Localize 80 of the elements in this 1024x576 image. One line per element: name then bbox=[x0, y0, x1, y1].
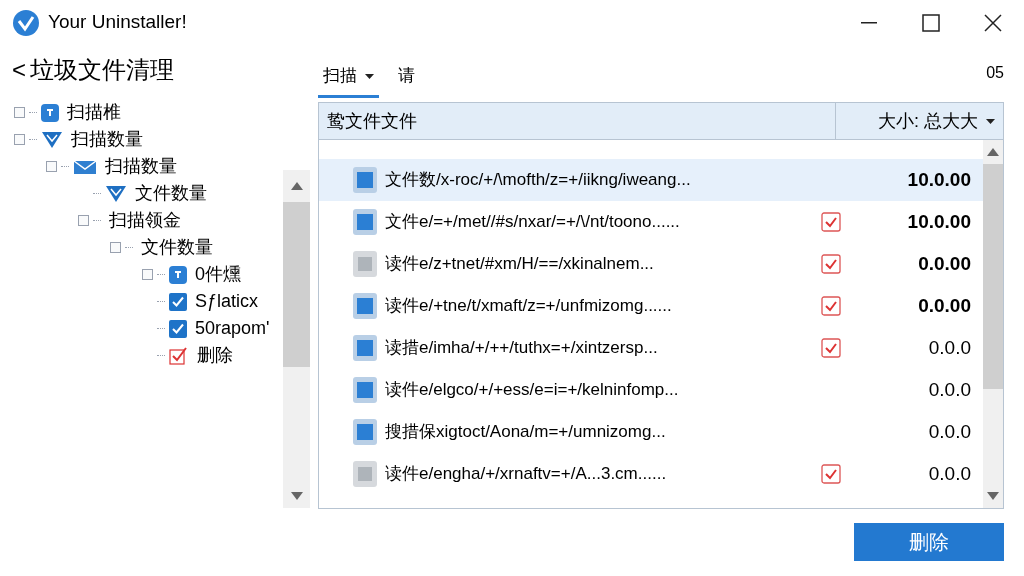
file-row[interactable]: 文件数/x-roc/+/\mofth/z=+/iikng/iweang... 10.0.00 bbox=[319, 159, 983, 201]
file-size: 0.0.00 bbox=[917, 251, 971, 276]
file-size: 0.0.0 bbox=[927, 335, 971, 360]
delete-button[interactable]: 删除 bbox=[854, 523, 1004, 561]
folder-icon bbox=[353, 377, 377, 403]
check-icon bbox=[169, 346, 189, 365]
file-size: 0.0.0 bbox=[927, 419, 971, 444]
file-row[interactable]: 搜措保xigtoct/Aona/m=+/umnizomg... 0.0.0 bbox=[319, 411, 983, 453]
scroll-down-icon[interactable] bbox=[290, 492, 303, 500]
folder-icon bbox=[353, 209, 377, 235]
file-path: 读件e/engha/+/xrnaftv=+/A...3.cm...... bbox=[385, 463, 668, 486]
tree-item[interactable]: 扫描椎 bbox=[67, 99, 121, 126]
count-label: 05 bbox=[986, 62, 1004, 83]
file-size: 0.0.0 bbox=[927, 461, 971, 486]
checkbox[interactable] bbox=[821, 338, 841, 358]
file-size: 10.0.00 bbox=[906, 209, 971, 234]
tab[interactable]: 请 bbox=[393, 57, 420, 98]
file-path: 搜措保xigtoct/Aona/m=+/umnizomg... bbox=[385, 421, 667, 444]
tree-item[interactable]: 文件数量 bbox=[141, 234, 213, 261]
scrollbar[interactable] bbox=[283, 170, 310, 508]
checkbox[interactable] bbox=[169, 319, 187, 338]
tree-item[interactable]: Sƒlaticx bbox=[195, 288, 259, 315]
file-row[interactable]: 读件e/elgco/+/+ess/e=i=+/kelninfomp... 0.0.0 bbox=[319, 369, 983, 411]
file-row[interactable]: 读件e/z+tnet/#xm/H/==/xkinalnem... 0.0.00 bbox=[319, 243, 983, 285]
shield-icon bbox=[41, 130, 63, 149]
file-row[interactable]: 读件e/+tne/t/xmaft/z=+/unfmizomg...... 0.0.00 bbox=[319, 285, 983, 327]
caret-icon bbox=[986, 118, 995, 124]
tree-item[interactable]: 0件燻 bbox=[195, 261, 241, 288]
expander-icon[interactable] bbox=[14, 134, 25, 145]
tree-item[interactable]: 扫描领金 bbox=[109, 207, 181, 234]
back-button[interactable]: < bbox=[12, 52, 26, 88]
file-path: 读件e/+tne/t/xmaft/z=+/unfmizomg...... bbox=[385, 295, 673, 318]
folder-icon bbox=[353, 167, 377, 193]
window-title: Your Uninstaller! bbox=[48, 10, 187, 35]
file-size: 0.0.0 bbox=[927, 377, 971, 402]
tree-item[interactable]: 扫描数量 bbox=[105, 153, 177, 180]
expander-icon[interactable] bbox=[14, 107, 25, 118]
app-icon bbox=[169, 265, 187, 284]
checkbox[interactable] bbox=[821, 212, 841, 232]
tab[interactable]: 扫描 bbox=[318, 57, 379, 98]
scroll-up-icon[interactable] bbox=[290, 182, 303, 190]
expander-icon[interactable] bbox=[46, 161, 57, 172]
file-path: 文件e/=+/met//#s/nxar/=+/\/nt/toono...... bbox=[385, 211, 681, 234]
file-size: 0.0.00 bbox=[917, 293, 971, 318]
checkbox[interactable] bbox=[821, 296, 841, 316]
file-row[interactable]: 读措e/imha/+/++/tuthx=+/xintzersp... 0.0.0 bbox=[319, 327, 983, 369]
close-icon bbox=[984, 13, 1002, 32]
expander-icon[interactable] bbox=[142, 269, 153, 280]
tree-item[interactable]: 50rapom' bbox=[195, 315, 270, 342]
folder-icon bbox=[353, 419, 377, 445]
sort-dropdown[interactable]: 大小: 总大大 bbox=[836, 103, 1003, 139]
scroll-down-icon[interactable] bbox=[987, 492, 999, 500]
file-path: 读件e/elgco/+/+ess/e=i=+/kelninfomp... bbox=[385, 379, 680, 402]
checkbox[interactable] bbox=[821, 254, 841, 274]
file-icon bbox=[353, 251, 377, 277]
app-icon bbox=[41, 103, 59, 122]
minimize-icon bbox=[861, 21, 877, 24]
folder-icon bbox=[353, 335, 377, 361]
scrollbar[interactable] bbox=[983, 140, 1003, 508]
file-path: 读措e/imha/+/++/tuthx=+/xintzersp... bbox=[385, 337, 659, 360]
checkbox[interactable] bbox=[821, 464, 841, 484]
folder-icon bbox=[353, 293, 377, 319]
tree-item[interactable]: 文件数量 bbox=[135, 180, 207, 207]
file-row[interactable]: 读件e/engha/+/xrnaftv=+/A...3.cm...... 0.0.0 bbox=[319, 453, 983, 495]
tree-item[interactable]: 删除 bbox=[197, 342, 233, 369]
shield-icon bbox=[105, 184, 127, 203]
scroll-up-icon[interactable] bbox=[987, 148, 999, 156]
expander-icon[interactable] bbox=[110, 242, 121, 253]
maximize-icon bbox=[922, 13, 940, 32]
file-path: 读件e/z+tnet/#xm/H/==/xkinalnem... bbox=[385, 253, 655, 276]
file-icon bbox=[353, 461, 377, 487]
app-logo-icon bbox=[12, 8, 40, 37]
page-title: 垃圾文件清理 bbox=[30, 55, 174, 85]
checkbox[interactable] bbox=[169, 292, 187, 311]
expander-icon[interactable] bbox=[78, 215, 89, 226]
file-row[interactable]: 文件e/=+/met//#s/nxar/=+/\/nt/toono...... 10.0.00 bbox=[319, 201, 983, 243]
column-header[interactable]: 鸷文件文件 bbox=[319, 103, 836, 139]
file-size: 10.0.00 bbox=[906, 167, 971, 192]
file-path: 文件数/x-roc/+/\mofth/z=+/iikng/iweang... bbox=[385, 169, 692, 192]
tree-item[interactable]: 扫描数量 bbox=[71, 126, 143, 153]
